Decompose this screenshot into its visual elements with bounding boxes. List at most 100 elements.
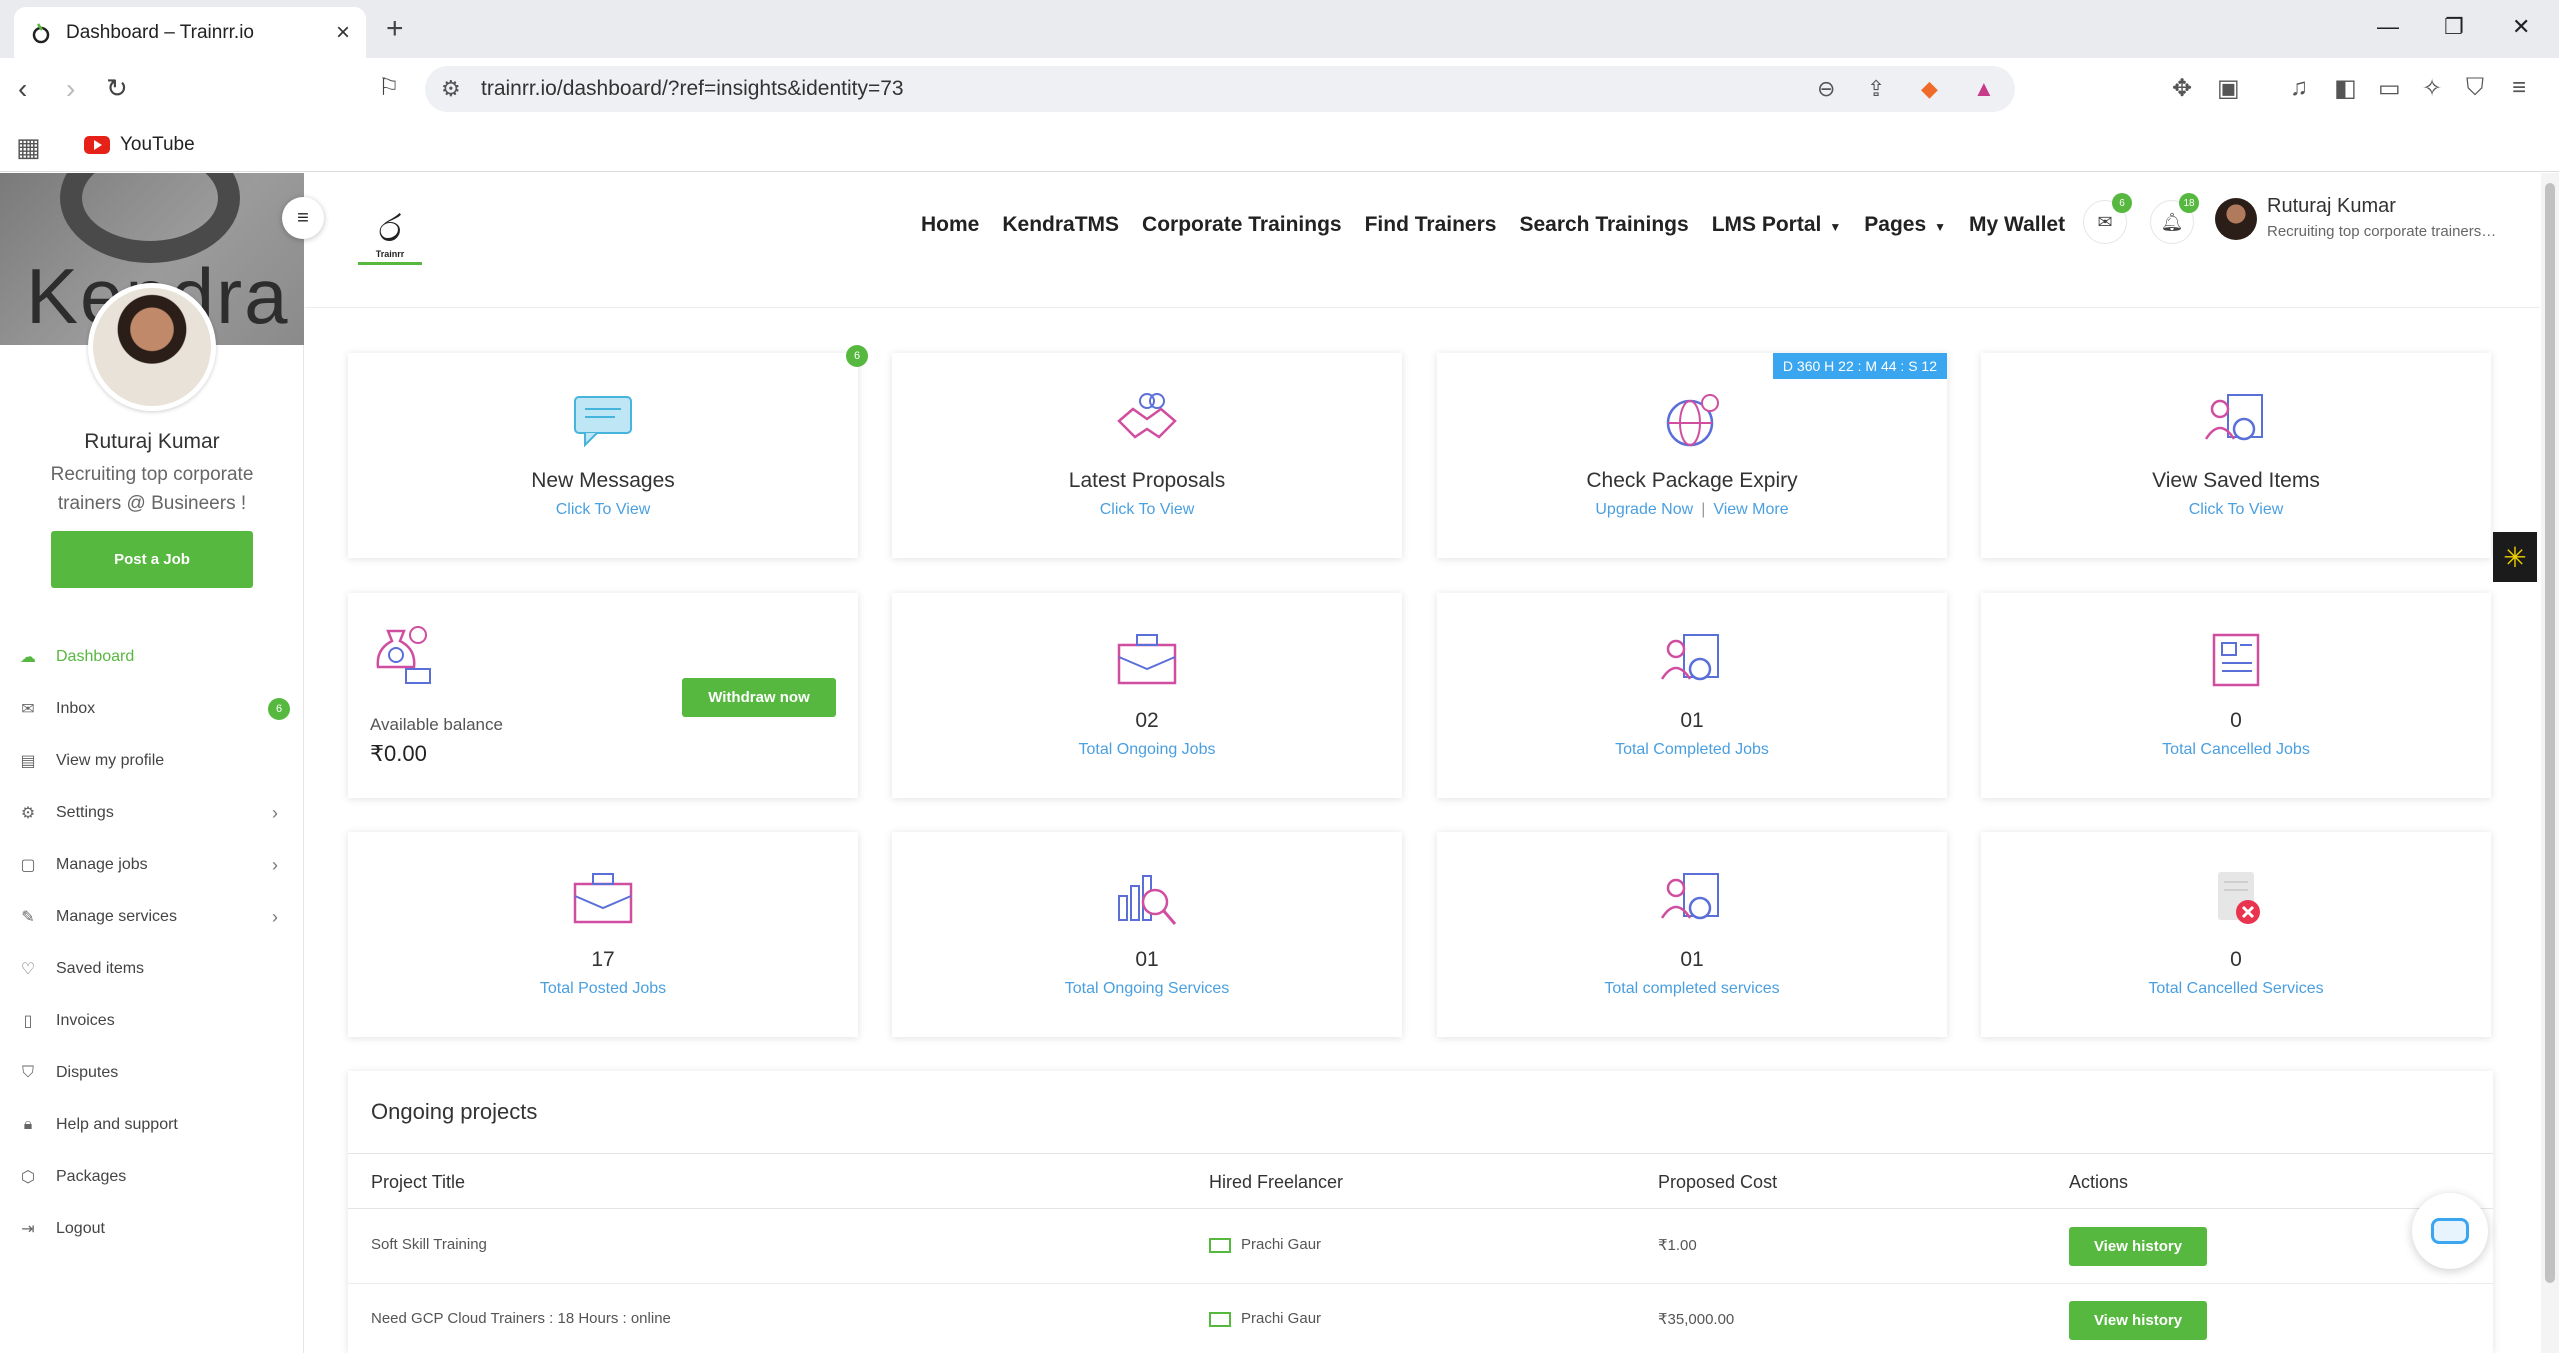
card-ongoing-jobs[interactable]: 02 Total Ongoing Jobs (892, 593, 1402, 798)
page-scrollbar[interactable] (2541, 173, 2559, 1353)
wallet-icon[interactable]: ▭ (2378, 74, 2401, 103)
tab-close-icon[interactable]: × (336, 19, 350, 47)
freelancer-name[interactable]: Prachi Gaur (1241, 1310, 1321, 1327)
nav-search-trainings[interactable]: Search Trainings (1519, 213, 1688, 237)
sidebar-item-manage-services[interactable]: ✎ Manage services › (0, 891, 304, 943)
new-tab-icon[interactable]: + (386, 12, 404, 46)
sidebar-item-label: Manage jobs (56, 856, 148, 873)
nav-home[interactable]: Home (921, 213, 979, 237)
logo-mark-icon: ර (378, 208, 402, 250)
profile-search-icon (1660, 873, 1719, 920)
stat-label[interactable]: Total Ongoing Jobs (892, 741, 1402, 759)
back-icon[interactable]: ‹ (18, 73, 27, 105)
forward-icon[interactable]: › (66, 73, 75, 105)
project-title: Soft Skill Training (371, 1236, 487, 1253)
header-avatar[interactable] (2215, 198, 2257, 240)
nav-kendratms[interactable]: KendraTMS (1002, 213, 1119, 237)
sidebar-user-subtitle: Recruiting top corporate trainers @ Busi… (50, 464, 254, 514)
reader-icon[interactable]: ▣ (2217, 74, 2240, 103)
card-cancelled-services[interactable]: 0 Total Cancelled Services (1981, 832, 2491, 1037)
main-nav: Home KendraTMS Corporate Trainings Find … (921, 213, 2088, 237)
card-completed-services[interactable]: 01 Total completed services (1437, 832, 1947, 1037)
sidebar-item-disputes[interactable]: ⛉ Disputes (0, 1047, 304, 1099)
sidebar-item-view-profile[interactable]: ▤ View my profile (0, 735, 304, 787)
inbox-badge: 6 (268, 698, 290, 720)
header-user-name[interactable]: Ruturaj Kumar (2267, 195, 2396, 218)
withdraw-button[interactable]: Withdraw now (682, 678, 836, 717)
card-posted-jobs[interactable]: 17 Total Posted Jobs (348, 832, 858, 1037)
package-icon: ⬡ (21, 1169, 35, 1186)
reload-icon[interactable]: ↻ (106, 73, 128, 104)
music-icon[interactable]: ♫ (2290, 74, 2308, 102)
sidebar-item-dashboard[interactable]: ☁ Dashboard (0, 631, 304, 683)
site-settings-icon[interactable]: ⚙ (441, 76, 461, 102)
card-cancelled-jobs[interactable]: 0 Total Cancelled Jobs (1981, 593, 2491, 798)
brave-shield-icon[interactable]: ◆ (1921, 76, 1938, 102)
bookmark-youtube[interactable]: YouTube (84, 134, 195, 156)
extensions-icon[interactable]: ✥ (2172, 74, 2192, 103)
nav-pages[interactable]: Pages ▼ (1864, 213, 1946, 237)
briefcase-icon (1117, 634, 1177, 685)
share-icon[interactable]: ⇪ (1867, 76, 1885, 102)
card-saved-items[interactable]: View Saved Items Click To View (1981, 353, 2491, 558)
sidebar-item-manage-jobs[interactable]: ▢ Manage jobs › (0, 839, 304, 891)
brave-rewards-icon[interactable]: ▲ (1973, 76, 1995, 102)
profile-search-icon (1660, 634, 1719, 681)
nav-my-wallet[interactable]: My Wallet (1969, 213, 2065, 237)
sidebar-item-help[interactable]: 🔒︎ Help and support (0, 1099, 304, 1151)
card-package-expiry[interactable]: D 360 H 22 : M 44 : S 12 Check Package E… (1437, 353, 1947, 558)
dashboard-icon: ☁ (20, 649, 36, 666)
restore-icon[interactable]: ❐ (2444, 14, 2464, 40)
card-completed-jobs[interactable]: 01 Total Completed Jobs (1437, 593, 1947, 798)
zoom-icon[interactable]: ⊖ (1817, 76, 1835, 102)
upgrade-now-link[interactable]: Upgrade Now (1595, 501, 1693, 518)
nav-find-trainers[interactable]: Find Trainers (1365, 213, 1497, 237)
stat-label[interactable]: Total Ongoing Services (892, 980, 1402, 998)
post-job-button[interactable]: Post a Job (51, 531, 253, 588)
sidebar-item-inbox[interactable]: ✉ Inbox 6 (0, 683, 304, 735)
nav-lms-portal[interactable]: LMS Portal ▼ (1712, 213, 1842, 237)
stat-label[interactable]: Total Completed Jobs (1437, 741, 1947, 759)
sidebar-item-settings[interactable]: ⚙ Settings › (0, 787, 304, 839)
sidebar-item-label: Invoices (56, 1012, 115, 1029)
sidebar-item-label: Settings (56, 804, 114, 821)
nav-corporate-trainings[interactable]: Corporate Trainings (1142, 213, 1342, 237)
view-more-link[interactable]: View More (1713, 501, 1788, 518)
accessibility-widget-button[interactable]: ✳ (2493, 532, 2537, 582)
vpn-icon[interactable]: ⛉ (2466, 74, 2484, 102)
stat-label[interactable]: Total Cancelled Services (1981, 980, 2491, 998)
sidebar-item-logout[interactable]: ⇥ Logout (0, 1203, 304, 1255)
card-link[interactable]: Click To View (1981, 501, 2491, 519)
card-latest-proposals[interactable]: Latest Proposals Click To View (892, 353, 1402, 558)
bookmark-icon[interactable]: ⚐ (378, 73, 400, 102)
minimize-icon[interactable]: — (2377, 14, 2399, 40)
stat-label[interactable]: Total Posted Jobs (348, 980, 858, 998)
menu-icon[interactable]: ≡ (2512, 74, 2526, 102)
site-logo[interactable]: ර Trainrr (355, 209, 425, 277)
stat-label[interactable]: Total completed services (1437, 980, 1947, 998)
stat-label[interactable]: Total Cancelled Jobs (1981, 741, 2491, 759)
chat-button[interactable] (2412, 1193, 2488, 1269)
view-history-button[interactable]: View history (2069, 1301, 2207, 1340)
proposed-cost: ₹1.00 (1658, 1237, 1697, 1254)
address-bar[interactable]: ⚙ trainrr.io/dashboard/?ref=insights&ide… (425, 66, 2015, 112)
card-link[interactable]: Click To View (892, 501, 1402, 519)
card-title: View Saved Items (2152, 469, 2320, 492)
card-link[interactable]: Click To View (348, 501, 858, 519)
sidebar-item-invoices[interactable]: ▯ Invoices (0, 995, 304, 1047)
card-ongoing-services[interactable]: 01 Total Ongoing Services (892, 832, 1402, 1037)
sidebar-toggle-icon[interactable]: ◧ (2334, 74, 2357, 103)
notifications-button[interactable]: 🔔︎ 18 (2150, 193, 2199, 244)
card-new-messages[interactable]: New Messages Click To View 6 (348, 345, 868, 558)
window-close-icon[interactable]: ✕ (2512, 14, 2530, 40)
sidebar-toggle-button[interactable]: ≡ (282, 197, 324, 239)
sidebar-item-saved-items[interactable]: ♡ Saved items (0, 943, 304, 995)
freelancer-name[interactable]: Prachi Gaur (1241, 1236, 1321, 1253)
sidebar-item-packages[interactable]: ⬡ Packages (0, 1151, 304, 1203)
view-history-button[interactable]: View history (2069, 1227, 2207, 1266)
scrollbar-thumb[interactable] (2545, 183, 2555, 1283)
messages-button[interactable]: ✉ 6 (2083, 193, 2132, 244)
browser-tab[interactable]: Dashboard – Trainrr.io × (14, 7, 366, 58)
leo-ai-icon[interactable]: ✧ (2422, 74, 2442, 103)
apps-grid-icon[interactable]: ▦ (16, 132, 41, 163)
